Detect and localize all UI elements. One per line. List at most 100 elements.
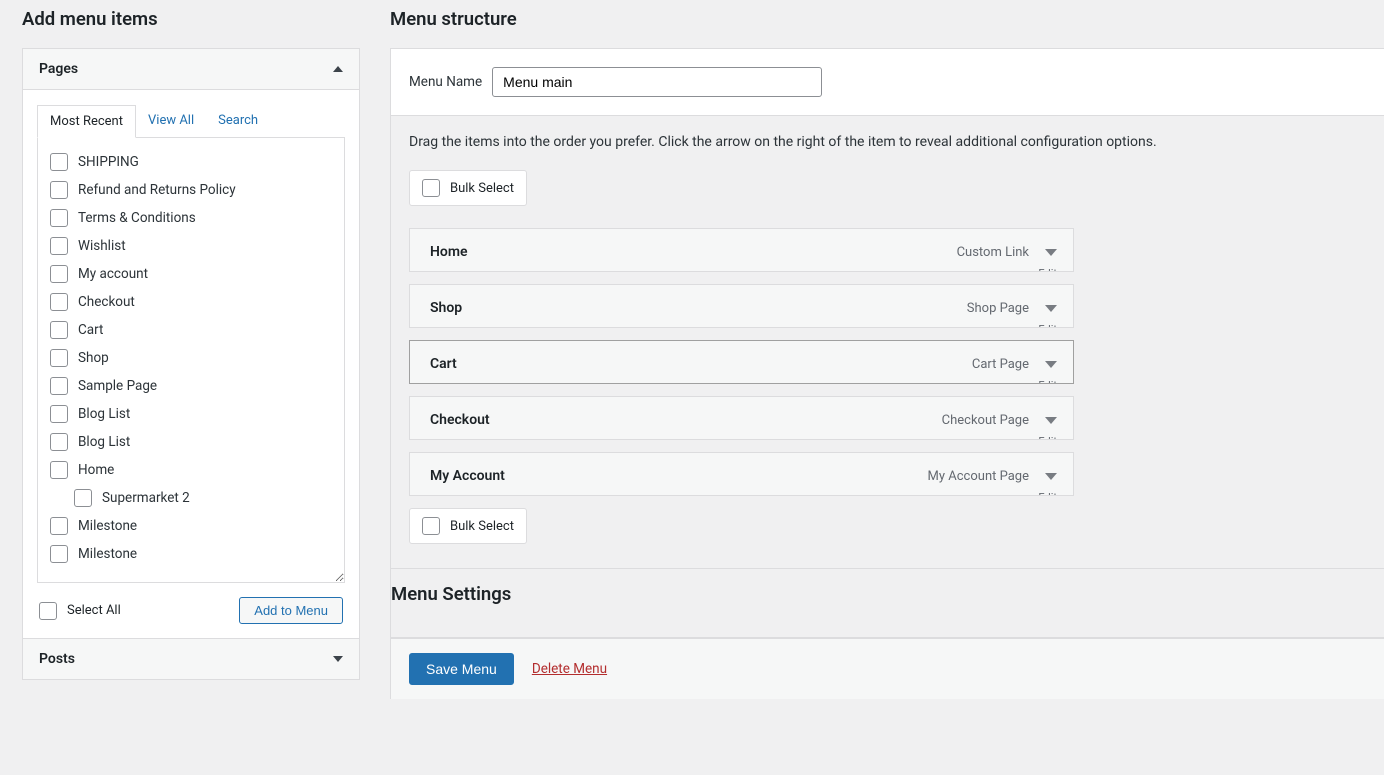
page-item-checkbox[interactable] [50,321,68,339]
menu-item-title: My Account [430,468,505,484]
chevron-down-icon[interactable] [1045,417,1057,424]
bulk-select-label: Bulk Select [450,181,514,196]
delete-menu-link[interactable]: Delete Menu [532,661,607,677]
page-item-checkbox[interactable] [50,461,68,479]
page-item-row: Cart [50,316,332,344]
bulk-select-bottom[interactable]: Bulk Select [409,508,527,544]
page-item-row: Shop [50,344,332,372]
chevron-down-icon[interactable] [1045,249,1057,256]
bulk-select-checkbox[interactable] [422,517,440,535]
page-item-checkbox[interactable] [50,517,68,535]
page-item-label[interactable]: Home [78,462,114,478]
page-item-row: Blog List [50,428,332,456]
posts-accordion: Posts [22,639,360,680]
menu-footer: Save Menu Delete Menu [390,638,1384,699]
collapse-up-icon [333,66,343,72]
page-item-checkbox[interactable] [50,349,68,367]
menu-item[interactable]: CartCart PageEdit [409,340,1074,384]
page-item-checkbox[interactable] [74,489,92,507]
tab-view-all[interactable]: View All [136,105,206,138]
page-item-label[interactable]: Blog List [78,406,130,422]
page-item-label[interactable]: Terms & Conditions [78,210,196,226]
menu-item-type: Shop Page [967,301,1029,316]
page-item-checkbox[interactable] [50,237,68,255]
page-item-checkbox[interactable] [50,153,68,171]
page-item-checkbox[interactable] [50,209,68,227]
page-item-label[interactable]: My account [78,266,148,282]
pages-accordion-header[interactable]: Pages [23,49,359,90]
page-item-label[interactable]: Blog List [78,434,130,450]
page-item-label[interactable]: Refund and Returns Policy [78,182,236,198]
menu-item-edit: Edit [410,323,1073,327]
tab-most-recent[interactable]: Most Recent [37,105,136,138]
menu-item[interactable]: Checkout Checkout Page Edit [409,396,1074,440]
page-item-row: Home [50,456,332,484]
save-menu-button[interactable]: Save Menu [409,653,514,685]
chevron-down-icon[interactable] [1045,361,1057,368]
page-item-row: Checkout [50,288,332,316]
menu-items-list: HomeCustom LinkEditShopShop PageEditCart… [391,228,1384,496]
menu-item-type: Checkout Page [942,413,1029,428]
page-item-row: Terms & Conditions [50,204,332,232]
add-to-menu-button[interactable]: Add to Menu [239,597,343,624]
expand-down-icon [333,656,343,662]
page-item-label[interactable]: SHIPPING [78,154,139,170]
page-item-checkbox[interactable] [50,265,68,283]
menu-item-title: Shop [430,300,462,316]
menu-item-title: Home [430,244,468,260]
bulk-select-label: Bulk Select [450,519,514,534]
page-item-checkbox[interactable] [50,545,68,563]
menu-item-title: Checkout [430,412,490,428]
page-item-checkbox[interactable] [50,405,68,423]
menu-item[interactable]: HomeCustom LinkEdit [409,228,1074,272]
select-all-label[interactable]: Select All [67,603,121,618]
page-item-label[interactable]: Wishlist [78,238,126,254]
page-item-checkbox[interactable] [50,377,68,395]
menu-structure-body: Drag the items into the order you prefer… [390,116,1384,638]
page-item-label[interactable]: Milestone [78,546,137,562]
menu-item-edit: Edit [410,435,1073,439]
tab-search[interactable]: Search [206,105,270,138]
menu-name-label: Menu Name [409,74,482,90]
pages-accordion-body: Most Recent View All Search SHIPPING Refu… [23,90,359,638]
menu-name-input[interactable] [492,67,822,97]
menu-structure-heading: Menu structure [390,8,1384,30]
bulk-select-top[interactable]: Bulk Select [409,170,527,206]
menu-item-title: Cart [430,356,457,372]
menu-item[interactable]: Shop Shop Page Edit [409,284,1074,328]
page-item-label[interactable]: Cart [78,322,103,338]
chevron-down-icon[interactable] [1045,305,1057,312]
pages-footer: Select All Add to Menu [37,583,345,624]
menu-item-edit: Edit [410,379,1073,383]
page-item-row: Sample Page [50,372,332,400]
page-item-checkbox[interactable] [50,181,68,199]
page-item-label[interactable]: Sample Page [78,378,157,394]
menu-item[interactable]: My Account My Account Page Edit [409,452,1074,496]
page-item-row: Refund and Returns Policy [50,176,332,204]
pages-tabs: Most Recent View All Search [37,104,345,138]
menu-name-bar: Menu Name [390,48,1384,116]
menu-item-edit: Edit [410,267,1073,271]
menu-item-edit: Edit [410,491,1073,495]
add-menu-items-heading: Add menu items [22,8,360,30]
page-item-row: Supermarket 2 [50,484,332,512]
page-item-label[interactable]: Checkout [78,294,135,310]
chevron-down-icon[interactable] [1045,473,1057,480]
posts-accordion-header[interactable]: Posts [23,639,359,679]
page-item-checkbox[interactable] [50,433,68,451]
posts-label: Posts [39,651,75,667]
pages-label: Pages [39,61,78,77]
menu-settings-heading: Menu Settings [391,569,1384,619]
page-item-label[interactable]: Supermarket 2 [102,490,190,506]
page-item-label[interactable]: Shop [78,350,109,366]
select-all-checkbox[interactable] [39,602,57,620]
page-item-row: My account [50,260,332,288]
page-item-checkbox[interactable] [50,293,68,311]
pages-list-panel: SHIPPING Refund and Returns Policy Terms &… [37,138,345,583]
page-item-label[interactable]: Milestone [78,518,137,534]
page-item-row: Wishlist [50,232,332,260]
page-item-row: Milestone [50,512,332,540]
menu-item-type: My Account Page [928,469,1029,484]
bulk-select-checkbox[interactable] [422,179,440,197]
page-item-row: Milestone [50,540,332,568]
